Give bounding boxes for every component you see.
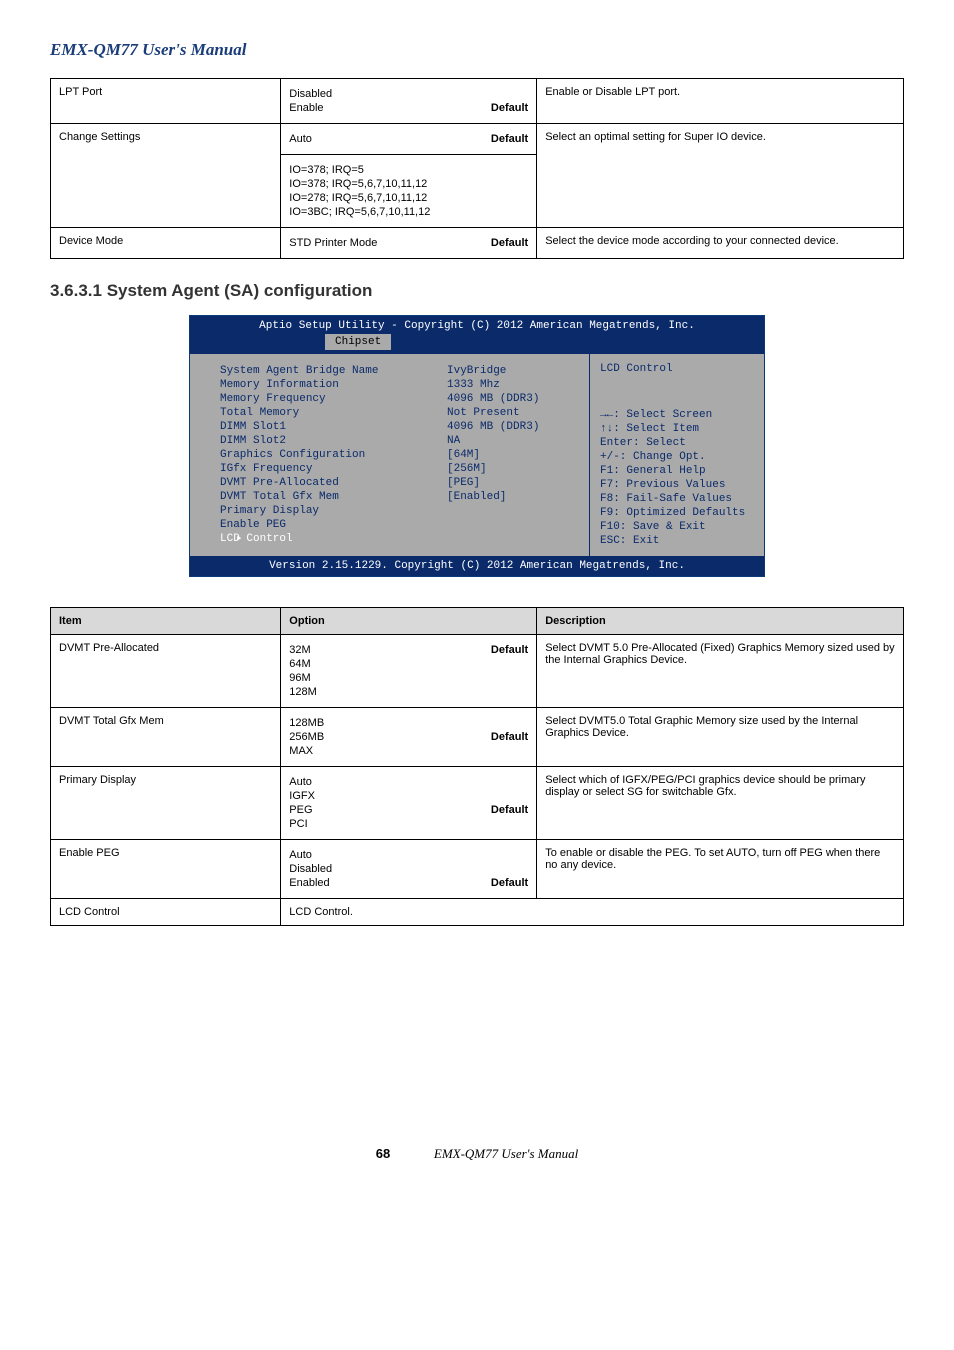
bios-tab-row: Chipset — [190, 332, 764, 354]
bios-footer: Version 2.15.1229. Copyright (C) 2012 Am… — [190, 556, 764, 576]
bios-values-pane: IvyBridge 1333 Mhz4096 MB (DDR3)Not Pres… — [439, 354, 589, 556]
t2-desc: To enable or disable the PEG. To set AUT… — [537, 840, 904, 899]
t2-desc: LCD Control. — [281, 899, 904, 926]
bios-screenshot: Aptio Setup Utility - Copyright (C) 2012… — [189, 315, 765, 577]
t2-item: Enable PEG — [51, 840, 281, 899]
t2-desc: Select which of IGFX/PEG/PCI graphics de… — [537, 767, 904, 840]
bios-help-pane: LCD Control →←: Select Screen↑↓: Select … — [589, 354, 764, 556]
t1-opts: IO=378; IRQ=5IO=378; IRQ=5,6,7,10,11,12I… — [281, 155, 537, 228]
bios-key-hints: →←: Select Screen↑↓: Select ItemEnter: S… — [600, 408, 754, 548]
settings-table-1: LPT Port DisabledEnableDefault Enable or… — [50, 78, 904, 259]
t2-opts: AutoIGFXPEGDefaultPCI — [281, 767, 537, 840]
t2-opts: AutoDisabledEnabledDefault — [281, 840, 537, 899]
t2-item: LCD Control — [51, 899, 281, 926]
bios-left-pane: System Agent Bridge Name Memory Informat… — [190, 354, 439, 556]
t2-item: Primary Display — [51, 767, 281, 840]
bios-title-bar: Aptio Setup Utility - Copyright (C) 2012… — [190, 316, 764, 332]
t2-opts: 128MB256MBDefaultMAX — [281, 708, 537, 767]
page-footer: 68 EMX-QM77 User's Manual — [50, 1146, 904, 1162]
t1-opts: AutoDefault — [281, 124, 537, 155]
t1-item: Device Mode — [51, 228, 281, 259]
bios-help-title: LCD Control — [600, 362, 754, 376]
section-heading: 3.6.3.1 System Agent (SA) configuration — [50, 281, 904, 301]
t1-opts: DisabledEnableDefault — [281, 79, 537, 124]
t1-item: Change Settings — [51, 124, 281, 228]
t2-item: DVMT Pre-Allocated — [51, 635, 281, 708]
bios-tab-chipset: Chipset — [325, 334, 391, 350]
t1-desc: Select the device mode according to your… — [537, 228, 904, 259]
footer-manual-title: EMX-QM77 User's Manual — [434, 1146, 578, 1161]
t1-desc: Select an optimal setting for Super IO d… — [537, 124, 904, 228]
t2-opts: 32MDefault64M96M128M — [281, 635, 537, 708]
page-number: 68 — [376, 1146, 390, 1161]
t1-opts: STD Printer ModeDefault — [281, 228, 537, 259]
t1-desc: Enable or Disable LPT port. — [537, 79, 904, 124]
settings-table-2: Item Option Description DVMT Pre-Allocat… — [50, 607, 904, 926]
t2-header-desc: Description — [537, 608, 904, 635]
t2-item: DVMT Total Gfx Mem — [51, 708, 281, 767]
t2-desc: Select DVMT5.0 Total Graphic Memory size… — [537, 708, 904, 767]
t2-header-option: Option — [281, 608, 537, 635]
t2-header-item: Item — [51, 608, 281, 635]
page-header-title: EMX-QM77 User's Manual — [50, 40, 904, 60]
t2-desc: Select DVMT 5.0 Pre-Allocated (Fixed) Gr… — [537, 635, 904, 708]
t1-item: LPT Port — [51, 79, 281, 124]
